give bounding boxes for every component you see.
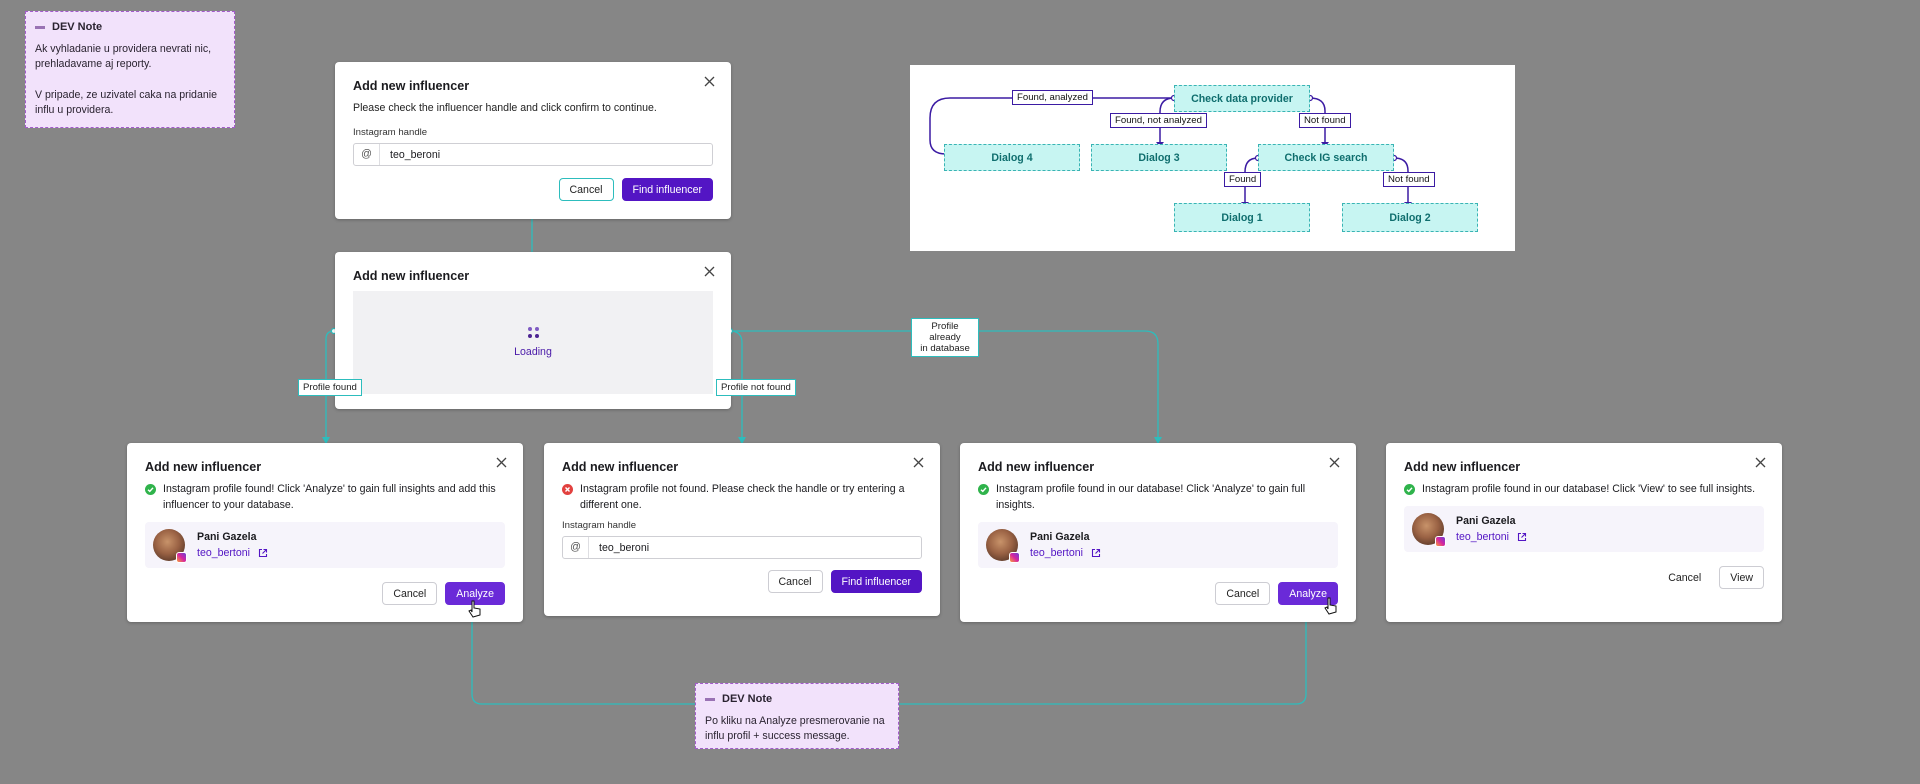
cancel-button[interactable]: Cancel xyxy=(1215,582,1271,605)
profile-handle: teo_bertoni xyxy=(1030,547,1084,559)
avatar xyxy=(153,529,187,563)
loading-spinner-icon xyxy=(527,327,539,338)
at-prefix: @ xyxy=(563,537,589,558)
flow-label-not-found: Not found xyxy=(1383,172,1435,187)
dialog-title: Add new influencer xyxy=(145,460,262,474)
status-message: Instagram profile found! Click 'Analyze'… xyxy=(163,483,496,511)
cancel-button[interactable]: Cancel xyxy=(382,582,438,605)
cancel-button[interactable]: Cancel xyxy=(1658,566,1712,589)
success-icon xyxy=(978,484,989,495)
profile-link[interactable]: teo_bertoni xyxy=(1030,547,1101,559)
profile-card: Pani Gazela teo_bertoni xyxy=(1404,506,1764,552)
dialog-profile-found: Add new influencer Instagram profile fou… xyxy=(127,443,523,622)
profile-handle: teo_bertoni xyxy=(197,547,251,559)
close-icon[interactable] xyxy=(704,266,715,277)
cancel-button[interactable]: Cancel xyxy=(767,570,823,593)
instagram-icon xyxy=(1009,552,1020,563)
dev-note-top: DEV Note Ak vyhladanie u providera nevra… xyxy=(25,11,235,128)
status-message: Instagram profile found in our database!… xyxy=(1422,483,1756,495)
field-label: Instagram handle xyxy=(562,520,637,531)
note-text: V pripade, ze uzivatel caka na pridanie … xyxy=(35,88,217,117)
external-link-icon xyxy=(258,548,268,558)
profile-card: Pani Gazela teo_bertoni xyxy=(978,522,1338,568)
dialog-title: Add new influencer xyxy=(353,79,470,93)
instagram-icon xyxy=(1435,536,1446,547)
dialog-title: Add new influencer xyxy=(562,460,679,474)
flow-label-found-not-analyzed: Found, not analyzed xyxy=(1110,113,1207,128)
profile-handle: teo_bertoni xyxy=(1456,531,1510,543)
handle-value: teo_beroni xyxy=(390,148,441,161)
profile-name: Pani Gazela xyxy=(1030,531,1090,543)
flow-node-check-ig-search: Check IG search xyxy=(1258,144,1394,171)
flow-diagram: Check data provider Dialog 4 Dialog 3 Ch… xyxy=(910,65,1515,251)
note-title: DEV Note xyxy=(722,693,773,705)
dialog-in-database-analyze: Add new influencer Instagram profile fou… xyxy=(960,443,1356,622)
view-button[interactable]: View xyxy=(1719,566,1764,589)
connector-label-profile-not-found: Profile not found xyxy=(716,379,796,396)
note-title: DEV Note xyxy=(52,21,103,33)
dialog-in-database-view: Add new influencer Instagram profile fou… xyxy=(1386,443,1782,622)
instagram-icon xyxy=(176,552,187,563)
dev-note-bottom: DEV Note Po kliku na Analyze presmerovan… xyxy=(695,683,899,749)
profile-card: Pani Gazela teo_bertoni xyxy=(145,522,505,568)
flow-node-dialog-1: Dialog 1 xyxy=(1174,203,1310,232)
connector-label-line: in database xyxy=(920,343,970,354)
loading-text: Loading xyxy=(514,346,552,358)
profile-name: Pani Gazela xyxy=(1456,515,1516,527)
close-icon[interactable] xyxy=(1329,457,1340,468)
dialog-initial: Add new influencer Please check the infl… xyxy=(335,62,731,219)
external-link-icon xyxy=(1517,532,1527,542)
hand-cursor-icon xyxy=(1324,597,1337,615)
note-text: Po kliku na Analyze presmerovanie na inf… xyxy=(705,714,885,743)
success-icon xyxy=(1404,484,1415,495)
external-link-icon xyxy=(1091,548,1101,558)
profile-name: Pani Gazela xyxy=(197,531,257,543)
dialog-description: Please check the influencer handle and c… xyxy=(353,102,657,114)
close-icon[interactable] xyxy=(1755,457,1766,468)
status-message: Instagram profile found in our database!… xyxy=(996,483,1306,511)
note-text: Ak vyhladanie u providera nevrati nic, p… xyxy=(35,42,212,71)
success-icon xyxy=(145,484,156,495)
profile-link[interactable]: teo_bertoni xyxy=(197,547,268,559)
close-icon[interactable] xyxy=(913,457,924,468)
find-influencer-button[interactable]: Find influencer xyxy=(621,178,713,201)
error-icon xyxy=(562,484,573,495)
avatar xyxy=(986,529,1020,563)
handle-value: teo_beroni xyxy=(599,541,650,554)
handle-input[interactable]: @ teo_beroni xyxy=(562,536,922,559)
cancel-button[interactable]: Cancel xyxy=(558,178,614,201)
note-icon xyxy=(35,26,45,30)
dialog-title: Add new influencer xyxy=(978,460,1095,474)
close-icon[interactable] xyxy=(704,76,715,87)
dialog-title: Add new influencer xyxy=(1404,460,1521,474)
flow-node-dialog-2: Dialog 2 xyxy=(1342,203,1478,232)
dialog-title: Add new influencer xyxy=(353,269,470,283)
flow-label-found-analyzed: Found, analyzed xyxy=(1012,90,1093,105)
connector-label-profile-in-database: Profile already in database xyxy=(911,318,979,357)
connector-label-profile-found: Profile found xyxy=(298,379,362,396)
flow-node-dialog-3: Dialog 3 xyxy=(1091,144,1227,171)
flow-node-dialog-4: Dialog 4 xyxy=(944,144,1080,171)
flow-label-not-found: Not found xyxy=(1299,113,1351,128)
handle-input[interactable]: @ teo_beroni xyxy=(353,143,713,166)
dialog-loading: Add new influencer Loading xyxy=(335,252,731,409)
hand-cursor-icon xyxy=(468,600,481,618)
flow-node-check-data-provider: Check data provider xyxy=(1174,85,1310,112)
avatar xyxy=(1412,513,1446,547)
status-message: Instagram profile not found. Please chec… xyxy=(580,483,905,511)
find-influencer-button[interactable]: Find influencer xyxy=(830,570,922,593)
close-icon[interactable] xyxy=(496,457,507,468)
note-icon xyxy=(705,698,715,702)
at-prefix: @ xyxy=(354,144,380,165)
loading-panel: Loading xyxy=(353,291,713,394)
profile-link[interactable]: teo_bertoni xyxy=(1456,531,1527,543)
dialog-profile-not-found: Add new influencer Instagram profile not… xyxy=(544,443,940,616)
field-label: Instagram handle xyxy=(353,127,428,138)
flow-label-found: Found xyxy=(1224,172,1262,187)
connector-label-line: Profile already xyxy=(929,321,961,343)
